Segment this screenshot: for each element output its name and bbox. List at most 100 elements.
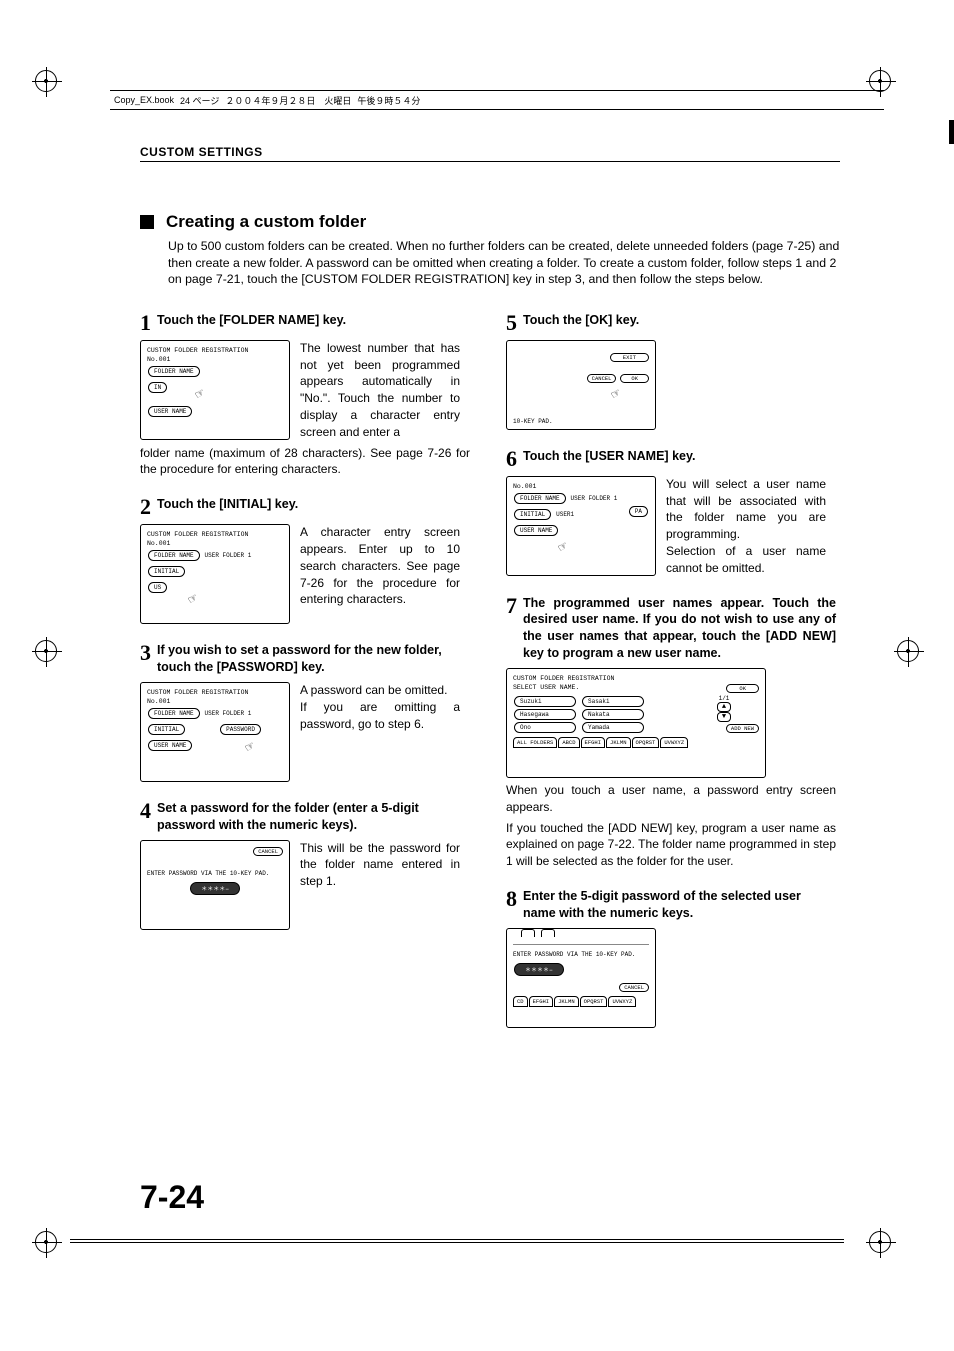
shot7-pager: 1/1 [689, 695, 759, 702]
shot3-password-key: PASSWORD [220, 724, 261, 735]
shot6-initial-value: USER1 [556, 511, 574, 518]
shot8-cancel-key: CANCEL [619, 983, 649, 992]
up-arrow-icon: ▲ [717, 702, 731, 712]
step-7-screenshot: CUSTOM FOLDER REGISTRATION SELECT USER N… [506, 668, 766, 778]
square-bullet-icon [140, 215, 154, 229]
shot7-tab-3: JKLMN [606, 737, 631, 748]
shot5-cancel-key: CANCEL [587, 374, 617, 383]
shot1-title: CUSTOM FOLDER REGISTRATION [147, 347, 283, 354]
shot6-initial-key: INITIAL [514, 509, 551, 520]
shot6-no: No.001 [513, 483, 649, 490]
shot6-folder-name-key: FOLDER NAME [514, 493, 566, 504]
reg-mark-right [897, 640, 919, 662]
shot5-tenkey: 10-KEY PAD. [513, 418, 553, 425]
step-5-number: 5 [506, 312, 517, 334]
trim-edge [949, 120, 954, 144]
step-1: 1 Touch the [FOLDER NAME] key. CUSTOM FO… [140, 312, 470, 478]
shot6-pa-key: PA [629, 506, 648, 517]
shot7-user-2: Hasegawa [514, 709, 576, 720]
shot8-tabs: CD EFGHI JKLMN OPQRST UVWXYZ [513, 996, 649, 1007]
shot7-add-new-key: ADD NEW [726, 724, 759, 733]
shot7-tabs: ALL FOLDERS ABCD EFGHI JKLMN OPQRST UVWX… [513, 737, 759, 748]
shot8-tab-0: CD [513, 996, 528, 1007]
step-3-para: A password can be omitted. If you are om… [300, 682, 460, 782]
shot3-initial-key: INITIAL [148, 724, 185, 735]
shot8-tab-4: UVWXYZ [608, 996, 636, 1007]
print-header: Copy_EX.book 24 ページ ２００４年９月２８日 火曜日 午後９時５… [110, 90, 884, 110]
shot7-tab-1: ABCD [558, 737, 579, 748]
hand-pointer-icon: ☞ [185, 590, 201, 609]
shot1-user-name-key: USER NAME [148, 406, 192, 417]
page: Copy_EX.book 24 ページ ２００４年９月２８日 火曜日 午後９時５… [0, 0, 954, 1351]
shot2-initial-key: INITIAL [148, 566, 185, 577]
content-area: CUSTOM SETTINGS Creating a custom folder… [140, 145, 840, 1046]
shot7-tab-5: UVWXYZ [660, 737, 688, 748]
step-4-screenshot: CANCEL ENTER PASSWORD VIA THE 10-KEY PAD… [140, 840, 290, 930]
shot7-tab-0: ALL FOLDERS [513, 737, 557, 748]
print-header-time: 午後９時５４分 [357, 94, 420, 107]
shot3-folder-value: USER FOLDER 1 [205, 710, 252, 717]
shot1-folder-name-key: FOLDER NAME [148, 366, 200, 377]
shot3-folder-name-key: FOLDER NAME [148, 708, 200, 719]
hand-pointer-icon: ☞ [242, 738, 258, 757]
print-footer-rule [70, 1239, 844, 1243]
step-2-title: Touch the [INITIAL] key. [157, 496, 470, 513]
shot3-user-name-key: USER NAME [148, 740, 192, 751]
shot6-user-name-key: USER NAME [514, 525, 558, 536]
step-8-number: 8 [506, 888, 517, 910]
shot8-prompt: ENTER PASSWORD VIA THE 10-KEY PAD. [513, 951, 649, 958]
shot2-no: No.001 [147, 540, 283, 547]
step-1-title: Touch the [FOLDER NAME] key. [157, 312, 470, 329]
hand-pointer-icon: ☞ [608, 385, 624, 404]
shot8-password-field: ＊＊＊＊− [514, 963, 564, 976]
step-1-number: 1 [140, 312, 151, 334]
step-5: 5 Touch the [OK] key. EXIT CANCEL OK ☞ 1… [506, 312, 836, 430]
step-4-number: 4 [140, 800, 151, 822]
step-1-para1: The lowest number that has not yet been … [300, 340, 460, 441]
shot7-user-1: Sasaki [582, 696, 644, 707]
shot5-ok-key: OK [620, 374, 649, 383]
shot4-cancel-key: CANCEL [253, 847, 283, 856]
step-6-title: Touch the [USER NAME] key. [523, 448, 836, 465]
step-2: 2 Touch the [INITIAL] key. CUSTOM FOLDER… [140, 496, 470, 624]
shot7-tab-4: OPQRST [632, 737, 660, 748]
reg-mark-tl [35, 70, 85, 120]
step-1-screenshot: CUSTOM FOLDER REGISTRATION No.001 FOLDER… [140, 340, 290, 440]
shot7-tab-2: EFGHI [581, 737, 606, 748]
shot6-folder-value: USER FOLDER 1 [571, 495, 618, 502]
shot2-us-key: US [148, 582, 167, 593]
reg-mark-left [35, 640, 57, 662]
step-7-para1: When you touch a user name, a password e… [506, 782, 836, 816]
shot7-subtitle: SELECT USER NAME. [513, 684, 579, 691]
step-6-number: 6 [506, 448, 517, 470]
print-header-page: 24 ページ [180, 94, 219, 107]
shot7-user-0: Suzuki [514, 696, 576, 707]
step-5-title: Touch the [OK] key. [523, 312, 836, 329]
shot7-title: CUSTOM FOLDER REGISTRATION [513, 675, 759, 682]
step-6: 6 Touch the [USER NAME] key. No.001 FOLD… [506, 448, 836, 577]
step-4: 4 Set a password for the folder (enter a… [140, 800, 470, 930]
shot8-tab-2: JKLMN [554, 996, 579, 1007]
shot2-title: CUSTOM FOLDER REGISTRATION [147, 531, 283, 538]
shot7-user-5: Yamada [582, 722, 644, 733]
section-rule [140, 161, 840, 162]
hand-pointer-icon: ☞ [555, 538, 571, 557]
step-8-screenshot: ENTER PASSWORD VIA THE 10-KEY PAD. ＊＊＊＊−… [506, 928, 656, 1028]
shot7-user-4: Ono [514, 722, 576, 733]
page-number: 7-24 [140, 1179, 204, 1216]
shot8-tab-1: EFGHI [529, 996, 554, 1007]
hand-pointer-icon: ☞ [192, 385, 208, 404]
step-3-title: If you wish to set a password for the ne… [157, 642, 470, 676]
left-column: 1 Touch the [FOLDER NAME] key. CUSTOM FO… [140, 312, 470, 1046]
reg-mark-br [869, 1231, 919, 1281]
step-3: 3 If you wish to set a password for the … [140, 642, 470, 782]
shot2-folder-name-key: FOLDER NAME [148, 550, 200, 561]
shot1-no: No.001 [147, 356, 283, 363]
step-7: 7 The programmed user names appear. Touc… [506, 595, 836, 870]
section-header: CUSTOM SETTINGS [140, 145, 840, 159]
right-column: 5 Touch the [OK] key. EXIT CANCEL OK ☞ 1… [506, 312, 836, 1046]
step-6-screenshot: No.001 FOLDER NAME USER FOLDER 1 INITIAL… [506, 476, 656, 576]
shot7-user-3: Nakata [582, 709, 644, 720]
step-7-para2: If you touched the [ADD NEW] key, progra… [506, 820, 836, 870]
down-arrow-icon: ▼ [717, 712, 731, 722]
